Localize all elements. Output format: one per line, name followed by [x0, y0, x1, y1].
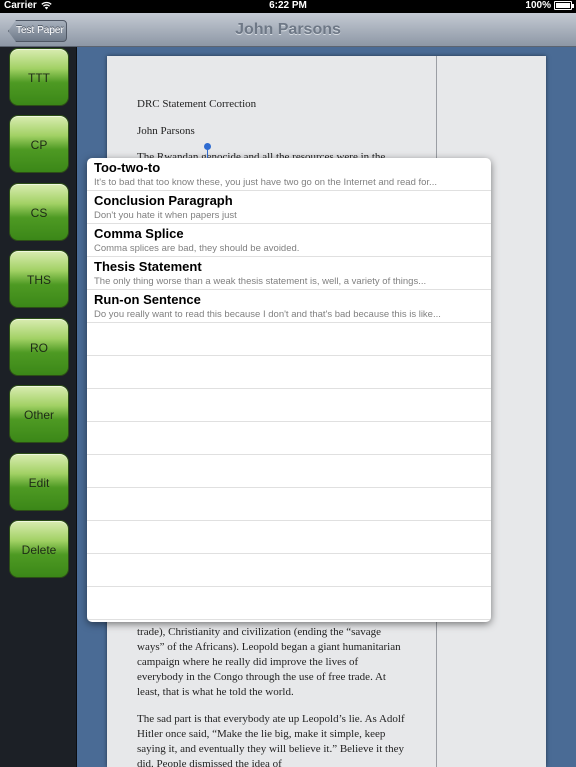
document-author: John Parsons — [137, 125, 195, 137]
comment-title: Run-on Sentence — [94, 292, 201, 307]
ro-button[interactable]: RO — [9, 318, 69, 376]
empty-row — [87, 587, 491, 620]
comment-preview: Don't you hate it when papers just — [94, 210, 237, 221]
cs-button[interactable]: CS — [9, 183, 69, 241]
comment-title: Conclusion Paragraph — [94, 193, 233, 208]
empty-row — [87, 422, 491, 455]
sidebar: TTT CP CS THS RO Other Edit Delete — [0, 47, 77, 767]
comment-title: Comma Splice — [94, 226, 184, 241]
ttt-button[interactable]: TTT — [9, 48, 69, 106]
comment-preview: Do you really want to read this because … — [94, 309, 441, 320]
status-bar: Carrier 6:22 PM 100% — [0, 0, 576, 13]
comment-row-comma-splice[interactable]: Comma Splice Comma splices are bad, they… — [87, 224, 491, 257]
navigation-bar: Test Paper John Parsons — [0, 13, 576, 47]
ths-button[interactable]: THS — [9, 250, 69, 308]
delete-button[interactable]: Delete — [9, 520, 69, 578]
other-button[interactable]: Other — [9, 385, 69, 443]
comment-preview: The only thing worse than a weak thesis … — [94, 276, 427, 287]
comment-row-too-two-to[interactable]: Too-two-to It's to bad that too know the… — [87, 158, 491, 191]
comment-preview: It's to bad that too know these, you jus… — [94, 177, 437, 188]
battery-icon — [554, 1, 574, 10]
comment-row-run-on-sentence[interactable]: Run-on Sentence Do you really want to re… — [87, 290, 491, 323]
document-paragraph: The sad part is that everybody ate up Le… — [137, 713, 405, 767]
empty-row — [87, 488, 491, 521]
empty-row — [87, 521, 491, 554]
comment-row-thesis-statement[interactable]: Thesis Statement The only thing worse th… — [87, 257, 491, 290]
comment-picker-popover: Too-two-to It's to bad that too know the… — [87, 158, 491, 622]
empty-row — [87, 323, 491, 356]
empty-row — [87, 455, 491, 488]
empty-row — [87, 356, 491, 389]
comment-title: Too-two-to — [94, 160, 161, 175]
empty-row — [87, 554, 491, 587]
comment-row-conclusion-paragraph[interactable]: Conclusion Paragraph Don't you hate it w… — [87, 191, 491, 224]
status-time: 6:22 PM — [269, 0, 307, 11]
edit-button[interactable]: Edit — [9, 453, 69, 511]
document-paragraph: trade), Christianity and civilization (e… — [137, 626, 401, 698]
comment-title: Thesis Statement — [94, 259, 202, 274]
comment-preview: Comma splices are bad, they should be av… — [94, 243, 300, 254]
document-heading: DRC Statement Correction — [137, 98, 257, 110]
page-title: John Parsons — [235, 21, 341, 38]
battery-indicator: 100% — [525, 0, 574, 11]
battery-percent: 100% — [525, 0, 551, 11]
cp-button[interactable]: CP — [9, 115, 69, 173]
empty-row — [87, 389, 491, 422]
